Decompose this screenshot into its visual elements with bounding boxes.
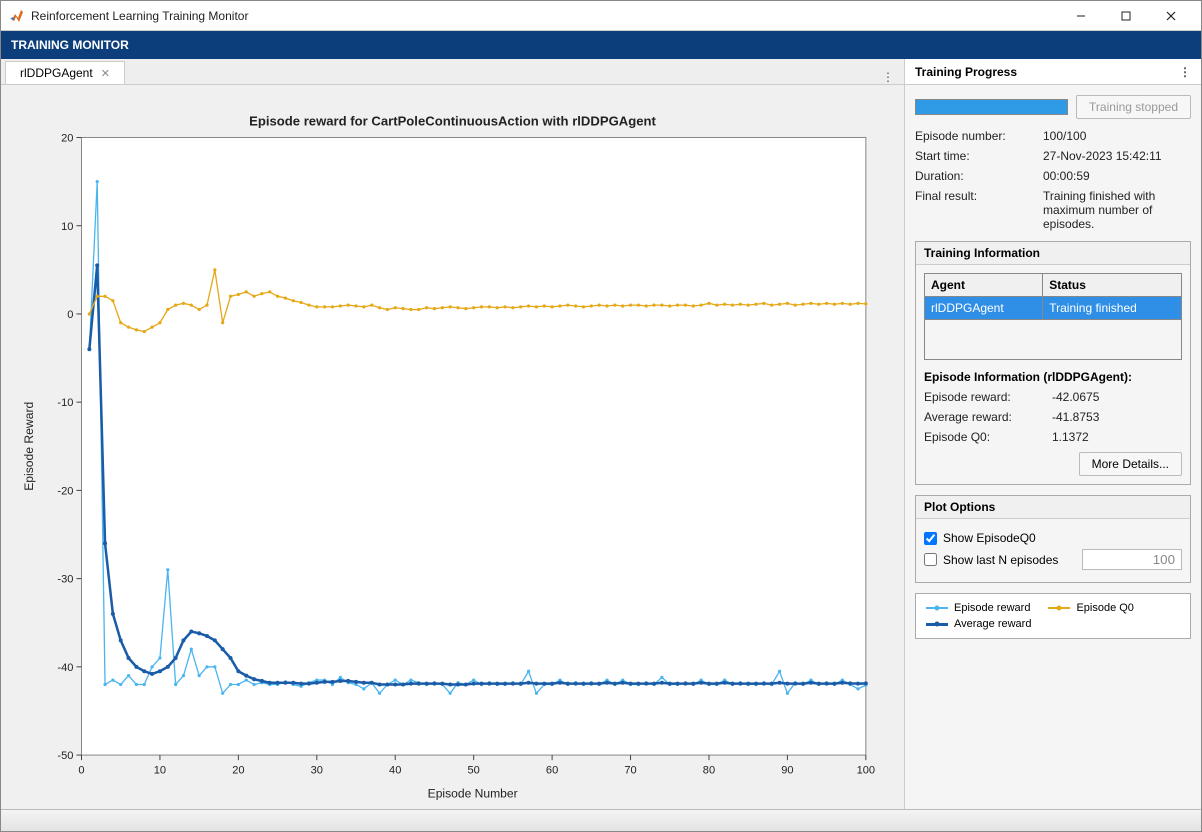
episode-info-title: Episode Information (rlDDPGAgent): xyxy=(924,370,1182,384)
plot-options-title: Plot Options xyxy=(916,496,1190,519)
table-cell-agent: rlDDPGAgent xyxy=(925,297,1043,320)
last-n-input[interactable] xyxy=(1082,549,1182,570)
svg-text:0: 0 xyxy=(78,764,84,776)
table-row-empty xyxy=(925,320,1182,360)
svg-text:70: 70 xyxy=(624,764,636,776)
legend-episode-q0: Episode Q0 xyxy=(1048,602,1133,614)
legend-swatch-icon xyxy=(1048,607,1070,609)
show-last-n-row[interactable]: Show last N episodes xyxy=(924,549,1182,570)
plot-area: Episode reward for CartPoleContinuousAct… xyxy=(1,85,904,809)
episode-reward-chart: Episode reward for CartPoleContinuousAct… xyxy=(19,97,886,806)
svg-text:30: 30 xyxy=(311,764,323,776)
svg-text:80: 80 xyxy=(703,764,715,776)
svg-text:20: 20 xyxy=(232,764,244,776)
svg-text:-20: -20 xyxy=(57,485,73,497)
tab-menu-icon[interactable]: ⋮ xyxy=(872,70,904,84)
show-q0-row[interactable]: Show EpisodeQ0 xyxy=(924,531,1182,545)
episode-reward-label: Episode reward: xyxy=(924,390,1044,404)
right-pane-title: Training Progress xyxy=(915,65,1017,79)
svg-text:-10: -10 xyxy=(57,397,73,409)
svg-text:0: 0 xyxy=(67,309,73,321)
ribbon-tab-bar: TRAINING MONITOR xyxy=(1,31,1201,59)
svg-text:60: 60 xyxy=(546,764,558,776)
table-cell-status: Training finished xyxy=(1043,297,1182,320)
duration-value: 00:00:59 xyxy=(1043,169,1191,183)
content-area: rlDDPGAgent ✕ ⋮ Episode reward for CartP… xyxy=(1,59,1201,809)
table-row[interactable]: rlDDPGAgent Training finished xyxy=(925,297,1182,320)
training-information-panel: Training Information Agent Status rlDDPG… xyxy=(915,241,1191,485)
legend-label: Average reward xyxy=(954,618,1031,630)
minimize-button[interactable] xyxy=(1058,1,1103,31)
svg-text:10: 10 xyxy=(154,764,166,776)
svg-text:50: 50 xyxy=(468,764,480,776)
table-header-status[interactable]: Status xyxy=(1043,274,1182,297)
show-last-n-label: Show last N episodes xyxy=(943,553,1058,567)
episode-reward-value: -42.0675 xyxy=(1052,390,1182,404)
progress-summary: Episode number: 100/100 Start time: 27-N… xyxy=(915,129,1191,231)
left-pane: rlDDPGAgent ✕ ⋮ Episode reward for CartP… xyxy=(1,59,905,809)
plot-options-panel: Plot Options Show EpisodeQ0 Show last N … xyxy=(915,495,1191,583)
start-time-value: 27-Nov-2023 15:42:11 xyxy=(1043,149,1191,163)
training-information-title: Training Information xyxy=(916,242,1190,265)
legend-swatch-icon xyxy=(926,623,948,626)
legend-average-reward: Average reward xyxy=(926,618,1031,630)
tab-close-icon[interactable]: ✕ xyxy=(101,67,110,80)
final-result-label: Final result: xyxy=(915,189,1035,231)
right-pane-body: Training stopped Episode number: 100/100… xyxy=(905,85,1201,809)
maximize-button[interactable] xyxy=(1103,1,1148,31)
svg-text:Episode Number: Episode Number xyxy=(428,787,518,801)
svg-text:100: 100 xyxy=(857,764,876,776)
show-q0-label: Show EpisodeQ0 xyxy=(943,531,1036,545)
close-button[interactable] xyxy=(1148,1,1193,31)
svg-text:Episode Reward: Episode Reward xyxy=(22,402,36,491)
more-details-button[interactable]: More Details... xyxy=(1079,452,1182,476)
ribbon-tab-label[interactable]: TRAINING MONITOR xyxy=(11,38,129,52)
tab-label: rlDDPGAgent xyxy=(20,66,93,80)
episode-q0-value: 1.1372 xyxy=(1052,430,1182,444)
legend-swatch-icon xyxy=(926,607,948,609)
right-pane: Training Progress ⋮ Training stopped Epi… xyxy=(905,59,1201,809)
svg-text:-40: -40 xyxy=(57,662,73,674)
window-titlebar: Reinforcement Learning Training Monitor xyxy=(1,1,1201,31)
final-result-value: Training finished with maximum number of… xyxy=(1043,189,1191,231)
svg-text:10: 10 xyxy=(61,221,73,233)
training-stopped-button[interactable]: Training stopped xyxy=(1076,95,1191,119)
legend-label: Episode reward xyxy=(954,602,1030,614)
episode-info-grid: Episode reward: -42.0675 Average reward:… xyxy=(924,390,1182,444)
window-title: Reinforcement Learning Training Monitor xyxy=(31,9,1058,23)
show-q0-checkbox[interactable] xyxy=(924,532,937,545)
table-header-agent[interactable]: Agent xyxy=(925,274,1043,297)
svg-text:-30: -30 xyxy=(57,574,73,586)
svg-text:90: 90 xyxy=(781,764,793,776)
episode-q0-label: Episode Q0: xyxy=(924,430,1044,444)
svg-text:20: 20 xyxy=(61,133,73,145)
duration-label: Duration: xyxy=(915,169,1035,183)
matlab-logo-icon xyxy=(9,8,25,24)
average-reward-value: -41.8753 xyxy=(1052,410,1182,424)
legend-label: Episode Q0 xyxy=(1076,602,1133,614)
training-progress-bar xyxy=(915,99,1068,115)
average-reward-label: Average reward: xyxy=(924,410,1044,424)
progress-row: Training stopped xyxy=(915,95,1191,119)
legend-panel: Episode reward Episode Q0 Average reward xyxy=(915,593,1191,639)
svg-text:-50: -50 xyxy=(57,750,73,762)
legend-episode-reward: Episode reward xyxy=(926,602,1030,614)
svg-text:40: 40 xyxy=(389,764,401,776)
right-pane-menu-icon[interactable]: ⋮ xyxy=(1179,65,1191,79)
right-pane-header: Training Progress ⋮ xyxy=(905,59,1201,85)
episode-number-value: 100/100 xyxy=(1043,129,1191,143)
svg-text:Episode reward for CartPoleCon: Episode reward for CartPoleContinuousAct… xyxy=(249,113,656,128)
tab-agent[interactable]: rlDDPGAgent ✕ xyxy=(5,61,125,84)
plot-tab-bar: rlDDPGAgent ✕ ⋮ xyxy=(1,59,904,85)
episode-number-label: Episode number: xyxy=(915,129,1035,143)
statusbar xyxy=(1,809,1201,831)
show-last-n-checkbox[interactable] xyxy=(924,553,937,566)
training-info-table: Agent Status rlDDPGAgent Training finish… xyxy=(924,273,1182,360)
start-time-label: Start time: xyxy=(915,149,1035,163)
